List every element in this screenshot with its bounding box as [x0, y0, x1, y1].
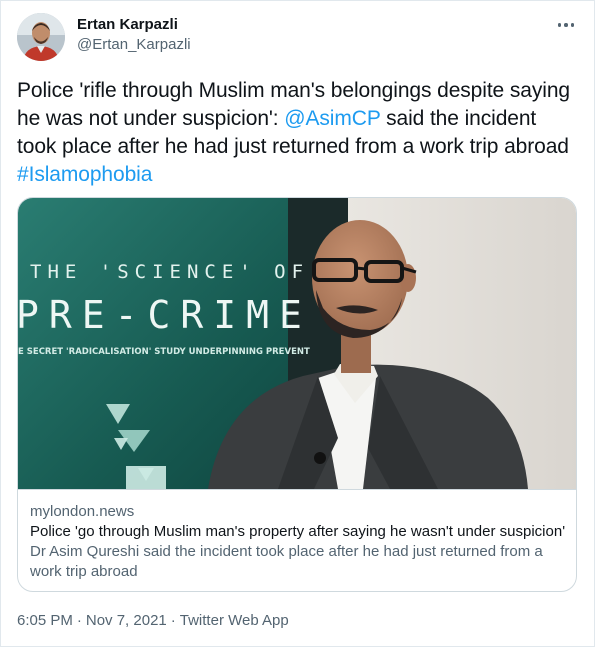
author-display-name[interactable]: Ertan Karpazli — [77, 15, 191, 35]
link-card[interactable]: THE 'SCIENCE' OF PRE-CRIME E SECRET 'RAD… — [17, 197, 577, 592]
footer-separator: · — [76, 612, 82, 629]
image-subline: E SECRET 'RADICALISATION' STUDY UNDERPIN… — [18, 347, 310, 357]
tweet-header: Ertan Karpazli @Ertan_Karpazli — [17, 13, 580, 61]
mention-link[interactable]: @AsimCP — [284, 107, 380, 130]
tweet-source[interactable]: Twitter Web App — [180, 612, 289, 629]
card-image[interactable]: THE 'SCIENCE' OF PRE-CRIME E SECRET 'RAD… — [18, 198, 576, 489]
card-title: Police 'go through Muslim man's property… — [30, 523, 566, 540]
card-domain: mylondon.news — [30, 503, 135, 520]
user-avatar-icon — [17, 13, 65, 61]
tweet: Ertan Karpazli @Ertan_Karpazli Police 'r… — [0, 0, 595, 647]
author-handle[interactable]: @Ertan_Karpazli — [77, 35, 191, 55]
hashtag-link[interactable]: #Islamophobia — [17, 163, 152, 186]
card-description: Dr Asim Qureshi said the incident took p… — [30, 543, 543, 580]
footer-separator-2: · — [170, 612, 176, 629]
tweet-time[interactable]: 6:05 PM — [17, 612, 73, 629]
author-info: Ertan Karpazli @Ertan_Karpazli — [77, 15, 191, 55]
tweet-date[interactable]: Nov 7, 2021 — [86, 612, 167, 629]
card-meta: mylondon.news Police 'go through Muslim … — [18, 489, 576, 591]
tweet-text: Police 'rifle through Muslim man's belon… — [17, 77, 577, 189]
image-headline-large: PRE-CRIME — [18, 293, 312, 337]
card-image-art: THE 'SCIENCE' OF PRE-CRIME E SECRET 'RAD… — [18, 198, 576, 489]
avatar[interactable] — [17, 13, 65, 61]
image-headline-small: THE 'SCIENCE' OF — [30, 261, 309, 283]
tweet-footer: 6:05 PM · Nov 7, 2021 · Twitter Web App — [17, 611, 289, 631]
more-options-icon[interactable] — [554, 17, 578, 33]
